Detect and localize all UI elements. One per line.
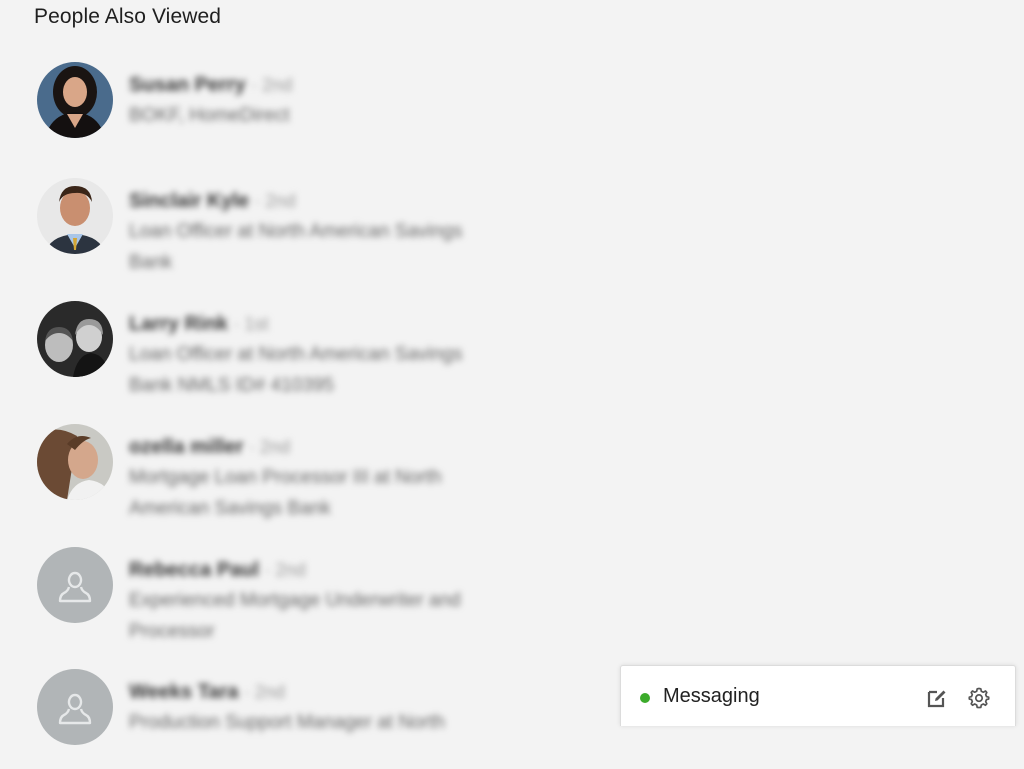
avatar[interactable] (37, 547, 113, 623)
compose-icon[interactable] (925, 686, 949, 710)
online-status-icon (640, 693, 650, 703)
connection-degree: · 2nd (251, 75, 293, 95)
avatar[interactable] (37, 62, 113, 138)
profile-photo (37, 301, 113, 377)
section-title: People Also Viewed (34, 5, 222, 28)
list-item[interactable]: ozella miller · 2nd Mortgage Loan Proces… (37, 424, 597, 524)
list-item[interactable]: Rebecca Paul · 2nd Experienced Mortgage … (37, 547, 597, 647)
person-headline: BOKF, HomeDirect (129, 105, 290, 126)
avatar[interactable] (37, 424, 113, 500)
list-item[interactable]: Susan Perry · 2nd BOKF, HomeDirect (37, 62, 597, 162)
person-placeholder-icon (58, 571, 92, 603)
person-headline: Loan Officer at North American Savings B… (129, 344, 463, 396)
person-headline: Production Support Manager at North (129, 712, 445, 733)
profile-photo (37, 178, 113, 254)
avatar[interactable] (37, 301, 113, 377)
connection-degree: · 2nd (254, 191, 296, 211)
list-item[interactable]: Larry Rink · 1st Loan Officer at North A… (37, 301, 597, 401)
person-headline: Mortgage Loan Processor III at North Ame… (129, 467, 442, 519)
person-headline: Experienced Mortgage Underwriter and Pro… (129, 590, 461, 642)
profile-photo (37, 424, 113, 500)
avatar[interactable] (37, 178, 113, 254)
list-item[interactable]: Weeks Tara · 2nd Production Support Mana… (37, 669, 597, 769)
gear-icon[interactable] (967, 686, 991, 710)
messaging-label[interactable]: Messaging (663, 685, 760, 708)
person-name[interactable]: Larry Rink (129, 313, 228, 335)
connection-degree: · 2nd (243, 682, 285, 702)
person-name[interactable]: Weeks Tara (129, 681, 238, 703)
person-headline: Loan Officer at North American Savings B… (129, 221, 463, 273)
messaging-bar[interactable]: Messaging (620, 665, 1016, 726)
connection-degree: · 2nd (249, 437, 291, 457)
profile-photo (37, 62, 113, 138)
person-name[interactable]: Sinclair Kyle (129, 190, 249, 212)
avatar[interactable] (37, 669, 113, 745)
person-name[interactable]: ozella miller (129, 436, 244, 458)
connection-degree: · 1st (233, 314, 269, 334)
person-placeholder-icon (58, 693, 92, 725)
person-name[interactable]: Rebecca Paul (129, 559, 259, 581)
person-name[interactable]: Susan Perry (129, 74, 246, 96)
connection-degree: · 2nd (264, 560, 306, 580)
list-item[interactable]: Sinclair Kyle · 2nd Loan Officer at Nort… (37, 178, 597, 278)
